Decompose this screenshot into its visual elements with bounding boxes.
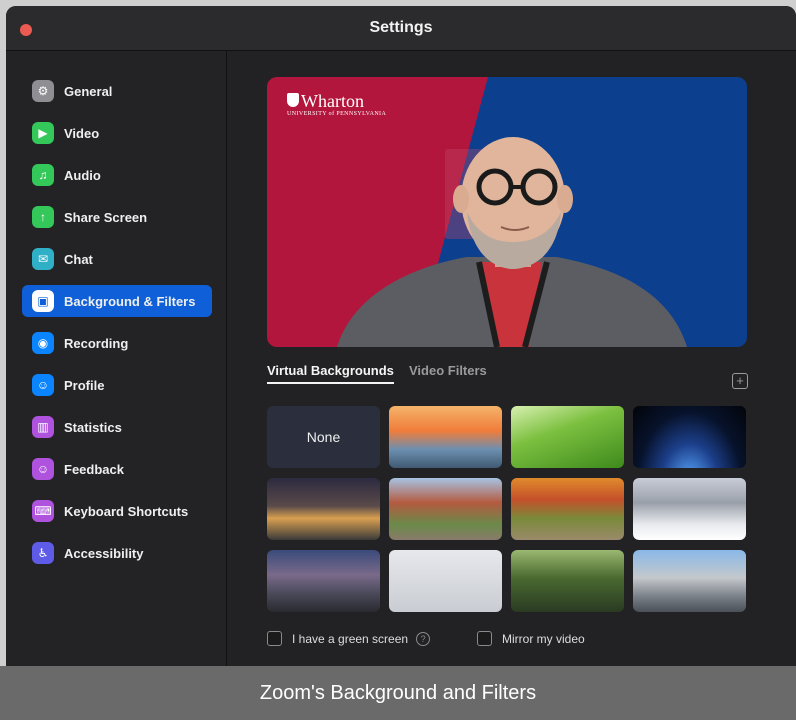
- tab-virtual-backgrounds[interactable]: Virtual Backgrounds: [267, 363, 394, 384]
- video-preview: Wharton UNIVERSITY of PENNSYLVANIA: [267, 77, 747, 347]
- sidebar-item-label: Audio: [64, 167, 101, 183]
- record-icon: ◉: [32, 332, 54, 354]
- background-campus-night-lights[interactable]: [267, 478, 380, 540]
- sidebar-item-chat[interactable]: ✉ Chat: [22, 243, 212, 275]
- caption: Zoom's Background and Filters: [0, 666, 796, 720]
- sidebar-item-share-screen[interactable]: ↑ Share Screen: [22, 201, 212, 233]
- title-bar: Settings: [6, 6, 796, 51]
- settings-window: Settings ⚙ General ▶ Video ♫ Audio ↑ Share Scre…: [6, 6, 796, 666]
- profile-icon: ☺: [32, 374, 54, 396]
- background-city-aerial-view[interactable]: [633, 550, 746, 612]
- background-grid: None: [267, 406, 747, 616]
- accessibility-icon: ♿: [32, 542, 54, 564]
- background-filters-panel: Wharton UNIVERSITY of PENNSYLVANIA Virtu…: [227, 51, 796, 666]
- green-screen-option[interactable]: I have a green screen ?: [267, 631, 431, 646]
- sidebar-item-label: Statistics: [64, 419, 122, 435]
- mirror-video-option[interactable]: Mirror my video: [477, 631, 585, 646]
- keyboard-icon: ⌨: [32, 500, 54, 522]
- sidebar-item-keyboard-shortcuts[interactable]: ⌨ Keyboard Shortcuts: [22, 495, 212, 527]
- sidebar-item-video[interactable]: ▶ Video: [22, 117, 212, 149]
- add-background-button[interactable]: +: [732, 373, 748, 389]
- gear-icon: ⚙: [32, 80, 54, 102]
- sidebar-item-recording[interactable]: ◉ Recording: [22, 327, 212, 359]
- sidebar-item-general[interactable]: ⚙ General: [22, 75, 212, 107]
- background-golden-gate-bridge[interactable]: [389, 406, 502, 468]
- window-title: Settings: [369, 19, 433, 36]
- sidebar-item-label: General: [64, 83, 113, 99]
- settings-sidebar: ⚙ General ▶ Video ♫ Audio ↑ Share Screen ✉ Chat ▣ B…: [6, 51, 227, 666]
- background-plain-gray-logo[interactable]: [389, 550, 502, 612]
- tab-video-filters[interactable]: Video Filters: [409, 363, 487, 382]
- sidebar-item-label: Feedback: [64, 461, 124, 477]
- sidebar-item-label: Chat: [64, 251, 93, 267]
- sidebar-item-background-filters[interactable]: ▣ Background & Filters: [22, 285, 212, 317]
- background-snowy-campus[interactable]: [633, 478, 746, 540]
- green-screen-checkbox[interactable]: [267, 631, 282, 646]
- background-autumn-trees[interactable]: [511, 478, 624, 540]
- sidebar-item-accessibility[interactable]: ♿ Accessibility: [22, 537, 212, 569]
- person-silhouette: [337, 137, 687, 347]
- background-earth-from-space[interactable]: [633, 406, 746, 468]
- background-campus-brick-building[interactable]: [389, 478, 502, 540]
- background-tabs: Virtual Backgrounds Video Filters: [267, 363, 747, 385]
- background-options: I have a green screen ? Mirror my video: [267, 631, 747, 651]
- help-icon[interactable]: ?: [416, 631, 431, 646]
- sidebar-item-audio[interactable]: ♫ Audio: [22, 159, 212, 191]
- mirror-video-checkbox[interactable]: [477, 631, 492, 646]
- green-screen-label: I have a green screen: [292, 631, 409, 646]
- feedback-icon: ☺: [32, 458, 54, 480]
- video-camera-icon: ▶: [32, 122, 54, 144]
- statistics-icon: ▥: [32, 416, 54, 438]
- sidebar-item-feedback[interactable]: ☺ Feedback: [22, 453, 212, 485]
- background-statue-in-park[interactable]: [511, 550, 624, 612]
- background-green-grass[interactable]: [511, 406, 624, 468]
- chat-bubble-icon: ✉: [32, 248, 54, 270]
- headphones-icon: ♫: [32, 164, 54, 186]
- background-city-skyline-dusk[interactable]: [267, 550, 380, 612]
- sidebar-item-profile[interactable]: ☺ Profile: [22, 369, 212, 401]
- sidebar-item-label: Accessibility: [64, 545, 144, 561]
- sidebar-item-label: Share Screen: [64, 209, 148, 225]
- background-none[interactable]: None: [267, 406, 380, 468]
- sidebar-item-label: Keyboard Shortcuts: [64, 503, 189, 519]
- background-icon: ▣: [32, 290, 54, 312]
- share-screen-icon: ↑: [32, 206, 54, 228]
- sidebar-item-label: Video: [64, 125, 100, 141]
- sidebar-item-label: Recording: [64, 335, 129, 351]
- sidebar-item-statistics[interactable]: ▥ Statistics: [22, 411, 212, 443]
- sidebar-item-label: Background & Filters: [64, 293, 196, 309]
- mirror-video-label: Mirror my video: [502, 631, 585, 646]
- sidebar-item-label: Profile: [64, 377, 105, 393]
